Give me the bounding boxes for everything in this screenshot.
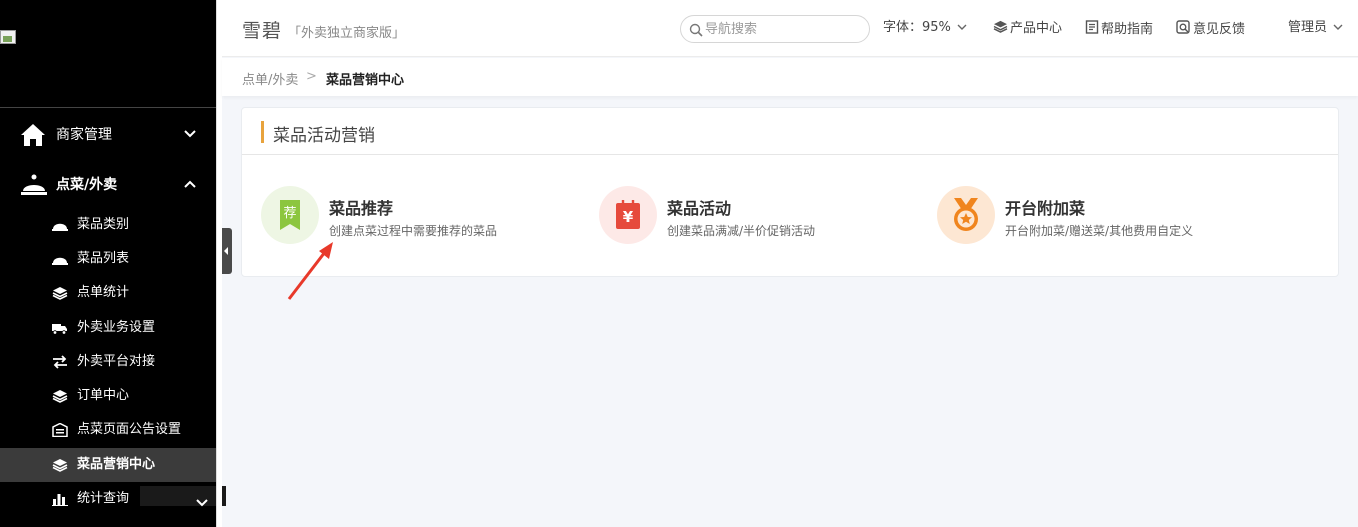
hover-tooltip: [140, 486, 226, 506]
top-header: 雪碧 「外卖独立商家版」 字体：95% 产品中心 帮助指南 意见反馈 管理员: [222, 0, 1358, 57]
sidebar-collapse-toggle[interactable]: [222, 228, 232, 274]
chevron-down-icon: [184, 127, 196, 143]
breadcrumb-separator: >: [306, 69, 317, 84]
font-size-label: 字体：95%: [883, 20, 951, 35]
feedback-icon: [1176, 20, 1193, 39]
building-icon: [52, 422, 68, 441]
sidebar-item-label: 菜品营销中心: [77, 457, 156, 472]
sidebar-item-label: 外卖业务设置: [77, 320, 156, 335]
yuan-glyph: ¥: [623, 208, 634, 226]
feedback-label: 意见反馈: [1193, 21, 1246, 37]
sidebar-item-label: 菜品类别: [77, 217, 130, 232]
extra-dish-card[interactable]: 开台附加菜 开台附加菜/赠送菜/其他费用自定义: [937, 186, 1257, 246]
sidebar-item-label: 订单中心: [77, 388, 130, 403]
sidebar-item-label: 点菜页面公告设置: [77, 422, 182, 437]
breadcrumb: 点单/外卖 > 菜品营销中心: [222, 58, 1358, 96]
breadcrumb-parent-link[interactable]: 点单/外卖: [242, 69, 298, 88]
chevron-down-icon: [1333, 20, 1345, 36]
sidebar-group-ordering[interactable]: 点菜/外卖: [0, 160, 216, 210]
card-title: 菜品活动: [667, 199, 732, 218]
brand-name: 雪碧: [242, 20, 283, 42]
swap-arrows-icon: [52, 355, 68, 373]
sidebar-item-order-center[interactable]: 订单中心: [0, 379, 216, 413]
admin-user-menu[interactable]: 管理员: [1288, 20, 1345, 36]
search-icon: [689, 22, 703, 41]
layers-icon: [52, 286, 68, 304]
admin-label: 管理员: [1288, 20, 1328, 35]
title-accent-bar: [261, 121, 264, 143]
dish-activity-card[interactable]: ¥ 菜品活动 创建菜品满减/半价促销活动: [599, 186, 899, 246]
sidebar-item-marketing-center[interactable]: 菜品营销中心: [0, 448, 216, 482]
recommend-tag-icon: 荐: [261, 186, 319, 244]
cloche-small-icon: [52, 252, 68, 270]
panel-header: 菜品活动营销: [242, 108, 1338, 155]
sidebar-item-label: 统计查询: [77, 491, 130, 506]
product-center-link[interactable]: 产品中心: [993, 20, 1062, 38]
card-description: 创建菜品满减/半价促销活动: [667, 224, 816, 238]
layers-icon: [52, 458, 68, 476]
medal-icon: [937, 186, 995, 244]
feedback-link[interactable]: 意见反馈: [1176, 20, 1245, 39]
panel-title: 菜品活动营销: [273, 126, 375, 146]
sidebar: 商家管理 点菜/外卖 菜品类别 菜品列表 点单统计 外卖业务设置 外卖平台对接 …: [0, 0, 216, 527]
broken-logo-image: [0, 30, 16, 44]
home-icon: [20, 123, 46, 151]
sidebar-group-label: 商家管理: [56, 127, 112, 143]
marketing-panel: 菜品活动营销 荐 菜品推荐 创建点菜过程中需要推荐的菜品 ¥ 菜品活动 创建菜品…: [241, 107, 1339, 277]
sidebar-item-order-stats[interactable]: 点单统计: [0, 276, 216, 310]
delivery-truck-icon: [52, 321, 68, 339]
card-description: 创建点菜过程中需要推荐的菜品: [329, 224, 498, 238]
sidebar-item-label: 菜品列表: [77, 251, 130, 266]
sidebar-item-label: 外卖平台对接: [77, 354, 156, 369]
chevron-up-icon: [184, 177, 196, 193]
cloche-small-icon: [52, 218, 68, 236]
help-guide-label: 帮助指南: [1101, 21, 1154, 37]
document-icon: [1085, 20, 1101, 39]
chevron-down-icon: [957, 20, 969, 36]
annotation-arrow-icon: [287, 242, 333, 300]
layers-icon: [993, 20, 1010, 38]
product-center-label: 产品中心: [1010, 21, 1063, 36]
sidebar-group-label: 点菜/外卖: [56, 177, 118, 193]
breadcrumb-current: 菜品营销中心: [326, 73, 405, 88]
sidebar-group-merchant[interactable]: 商家管理: [0, 110, 216, 160]
cloche-icon: [20, 173, 48, 201]
bar-chart-icon: [52, 492, 68, 510]
card-title: 开台附加菜: [1005, 199, 1086, 218]
dish-recommend-card[interactable]: 荐 菜品推荐 创建点菜过程中需要推荐的菜品: [261, 186, 561, 246]
search-input[interactable]: [705, 20, 860, 38]
help-guide-link[interactable]: 帮助指南: [1085, 20, 1153, 39]
recommend-glyph: 荐: [283, 206, 296, 221]
sidebar-item-announcement-settings[interactable]: 点菜页面公告设置: [0, 413, 216, 447]
card-description: 开台附加菜/赠送菜/其他费用自定义: [1005, 224, 1194, 238]
yuan-bag-icon: ¥: [599, 186, 657, 244]
nav-search-box[interactable]: [680, 15, 870, 43]
card-title: 菜品推荐: [329, 199, 394, 218]
chevron-down-icon: [196, 493, 208, 512]
sidebar-item-delivery-settings[interactable]: 外卖业务设置: [0, 311, 216, 345]
font-size-selector[interactable]: 字体：95%: [883, 20, 969, 36]
sidebar-item-dish-category[interactable]: 菜品类别: [0, 208, 216, 242]
sidebar-item-dish-list[interactable]: 菜品列表: [0, 242, 216, 276]
logo-area: [0, 0, 216, 108]
layers-icon: [52, 389, 68, 407]
edition-label: 「外卖独立商家版」: [288, 26, 406, 41]
sidebar-item-platform-integration[interactable]: 外卖平台对接: [0, 345, 216, 379]
sidebar-item-label: 点单统计: [77, 285, 130, 300]
